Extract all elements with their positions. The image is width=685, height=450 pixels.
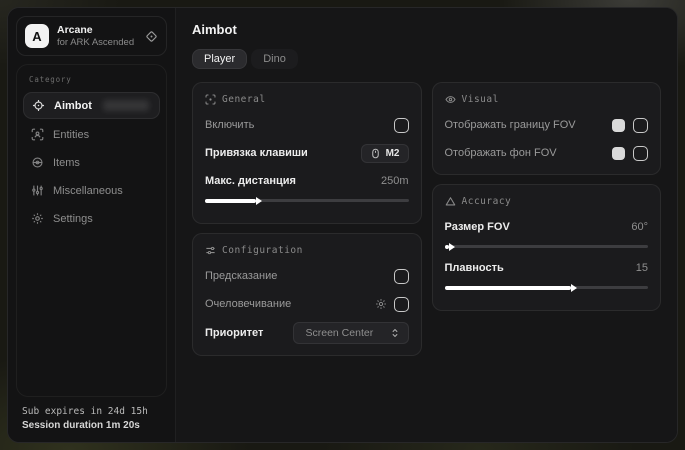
distance-value: 250m [381, 175, 409, 187]
triangle-icon [445, 196, 456, 207]
tune-icon [205, 245, 216, 256]
content-area: General Включить Привязка клавиши [192, 82, 661, 356]
visual-card: Visual Отображать границу FOV Отображать… [432, 82, 662, 175]
sub-expires-text: Sub expires in 24d 15h [22, 406, 161, 417]
sidebar-item-items[interactable]: Items [23, 150, 160, 175]
fov-size-slider-fill [445, 245, 449, 249]
humanization-checkbox[interactable] [394, 297, 409, 312]
keybind-row: Привязка клавиши M2 [205, 143, 409, 163]
entities-scan-icon [31, 128, 44, 141]
brand-text: Arcane for ARK Ascended [57, 24, 137, 48]
eye-icon [445, 94, 456, 105]
sidebar-item-aimbot[interactable]: Aimbot [23, 92, 160, 119]
sidebar-footer: Sub expires in 24d 15h Session duration … [8, 397, 175, 442]
session-duration-text: Session duration 1m 20s [22, 420, 161, 431]
fov-border-color-swatch[interactable] [612, 119, 625, 132]
sidebar-item-label: Miscellaneous [53, 185, 123, 197]
visual-card-header: Visual [445, 94, 649, 105]
sidebar-item-label: Settings [53, 213, 93, 225]
smoothness-slider-fill [445, 286, 571, 290]
card-title: Configuration [222, 245, 303, 256]
priority-dropdown[interactable]: Screen Center [293, 322, 409, 344]
fov-size-label: Размер FOV [445, 221, 632, 233]
fov-border-row: Отображать границу FOV [445, 115, 649, 135]
card-title: Visual [462, 94, 499, 105]
sidebar-nav: Category Aimbot [16, 64, 167, 397]
main-panel: Aimbot Player Dino General [176, 8, 677, 442]
prediction-row: Предсказание [205, 266, 409, 286]
crosshair-icon [32, 99, 45, 112]
left-column: General Включить Привязка клавиши [192, 82, 422, 356]
keybind-value: M2 [386, 148, 400, 159]
priority-row: Приоритет Screen Center [205, 322, 409, 344]
sidebar-item-entities[interactable]: Entities [23, 122, 160, 147]
fov-background-color-swatch[interactable] [612, 147, 625, 160]
humanization-row: Очеловечивание [205, 294, 409, 314]
smoothness-value: 15 [636, 262, 648, 274]
tab-bar: Player Dino [192, 49, 661, 69]
fov-border-label: Отображать границу FOV [445, 119, 613, 131]
mouse-icon [370, 148, 381, 159]
fov-size-value: 60° [631, 221, 648, 233]
category-label: Category [23, 73, 160, 92]
humanization-label: Очеловечивание [205, 298, 375, 310]
sidebar-item-label: Aimbot [54, 100, 92, 112]
app-logo: A [25, 24, 49, 48]
sidebar-item-label: Items [53, 157, 80, 169]
distance-label: Макс. дистанция [205, 175, 381, 187]
enable-label: Включить [205, 119, 394, 131]
orb-icon [31, 156, 44, 169]
card-title: Accuracy [462, 196, 512, 207]
sliders-icon [31, 184, 44, 197]
keybind-button[interactable]: M2 [361, 144, 409, 163]
distance-slider[interactable] [205, 199, 409, 202]
right-column: Visual Отображать границу FOV Отображать… [432, 82, 662, 356]
accuracy-card-header: Accuracy [445, 196, 649, 207]
tab-player[interactable]: Player [192, 49, 247, 69]
configuration-card-header: Configuration [205, 245, 409, 256]
prediction-checkbox[interactable] [394, 269, 409, 284]
gear-icon [31, 212, 44, 225]
brand-title: Arcane [57, 24, 137, 37]
enable-row: Включить [205, 115, 409, 135]
sidebar-item-label: Entities [53, 129, 89, 141]
keybind-label: Привязка клавиши [205, 147, 361, 159]
priority-value: Screen Center [306, 327, 374, 339]
enable-checkbox[interactable] [394, 118, 409, 133]
humanization-settings-gear-icon[interactable] [375, 298, 387, 310]
sidebar-item-settings[interactable]: Settings [23, 206, 160, 231]
tab-dino[interactable]: Dino [251, 49, 298, 69]
card-title: General [222, 94, 266, 105]
fov-background-row: Отображать фон FOV [445, 143, 649, 163]
fov-size-slider[interactable] [445, 245, 649, 248]
unfold-chevrons-icon [390, 328, 400, 338]
smoothness-label: Плавность [445, 262, 636, 274]
brand-subtitle: for ARK Ascended [57, 37, 137, 48]
app-window: A Arcane for ARK Ascended Category [7, 7, 678, 443]
accuracy-card: Accuracy Размер FOV 60° Плавность 15 [432, 184, 662, 311]
general-card-header: General [205, 94, 409, 105]
configuration-card: Configuration Предсказание Очеловечивани… [192, 233, 422, 356]
priority-label: Приоритет [205, 327, 293, 339]
sidebar-item-miscellaneous[interactable]: Miscellaneous [23, 178, 160, 203]
distance-slider-fill [205, 199, 256, 203]
page-title: Aimbot [192, 22, 661, 37]
prediction-label: Предсказание [205, 270, 394, 282]
smoothness-slider[interactable] [445, 286, 649, 289]
general-card: General Включить Привязка клавиши [192, 82, 422, 224]
sidebar: A Arcane for ARK Ascended Category [8, 8, 176, 442]
target-scan-icon [205, 94, 216, 105]
fov-border-checkbox[interactable] [633, 118, 648, 133]
distance-row: Макс. дистанция 250m [205, 171, 409, 191]
fov-background-label: Отображать фон FOV [445, 147, 613, 159]
focus-diamond-icon[interactable] [145, 30, 158, 43]
ghost-highlight [103, 100, 149, 111]
smoothness-row: Плавность 15 [445, 258, 649, 278]
fov-size-row: Размер FOV 60° [445, 217, 649, 237]
fov-background-checkbox[interactable] [633, 146, 648, 161]
brand-card: A Arcane for ARK Ascended [16, 16, 167, 56]
